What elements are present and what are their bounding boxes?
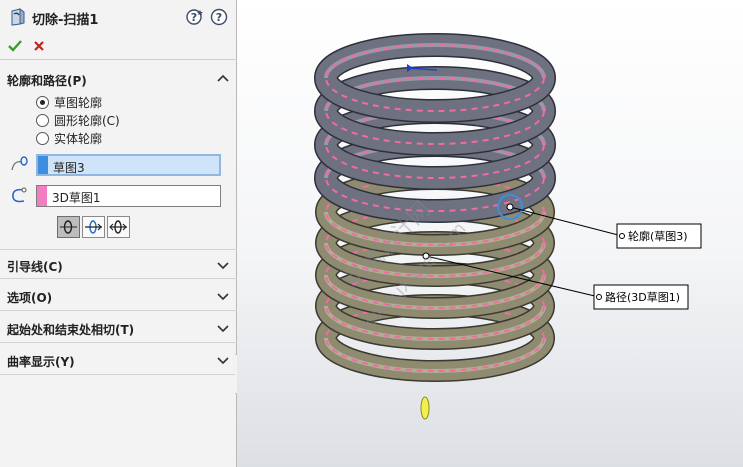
twist-option-button-2[interactable]: [82, 216, 105, 238]
radio-label: 圆形轮廓(C): [54, 114, 120, 128]
help-question-icon[interactable]: ?: [186, 8, 204, 26]
profile-selection-box[interactable]: 草图3: [36, 154, 221, 176]
profile-callout-dot: [619, 233, 625, 239]
section-label: 曲率显示(Y): [7, 355, 75, 369]
chevron-down-icon: [217, 357, 229, 365]
x-icon: [34, 41, 44, 51]
section-tangency[interactable]: 起始处和结束处相切(T): [0, 313, 237, 343]
panel-title-bar: 切除-扫描1 ? ?: [0, 0, 237, 34]
profile-callout-text: 轮廓(草图3): [628, 229, 688, 243]
svg-text:?: ?: [191, 11, 197, 24]
section-guide-curves[interactable]: 引导线(C): [0, 249, 237, 279]
help-question-icon[interactable]: ?: [210, 8, 228, 26]
radio-indicator[interactable]: [36, 132, 49, 145]
twist-option-button-1[interactable]: [57, 216, 80, 238]
svg-text:?: ?: [216, 11, 222, 24]
chevron-down-icon: [217, 262, 229, 270]
path-selection-text: 3D草图1: [52, 191, 101, 205]
radio-indicator[interactable]: [36, 114, 49, 127]
property-manager-panel: 切除-扫描1 ? ? 轮廓和路径(P) 草图轮廓 圆形轮廓(C) 实体轮廓 草图…: [0, 0, 237, 467]
radio-indicator[interactable]: [36, 96, 49, 109]
radio-label: 实体轮廓: [54, 132, 103, 146]
chevron-up-icon: [217, 74, 229, 82]
section-label: 引导线(C): [7, 260, 63, 274]
profile-leader-anchor: [506, 203, 514, 211]
path-selection-icon: [12, 187, 27, 203]
radio-label: 草图轮廓: [54, 96, 103, 110]
panel-title: 切除-扫描1: [32, 13, 99, 28]
graphics-viewport[interactable]: 轮廓(草图3) 路径(3D草图1) 机械设计网 www.jxage.com: [237, 0, 743, 467]
chevron-down-icon: [217, 325, 229, 333]
section-label: 选项(O): [7, 291, 53, 305]
spring-end-face: [420, 396, 430, 420]
bidirectional-icon: [109, 220, 127, 234]
section-label: 起始处和结束处相切(T): [7, 323, 135, 337]
checkmark-icon: [8, 40, 22, 52]
profile-color-swatch: [38, 156, 48, 174]
spring-coils: [314, 33, 556, 420]
section-options[interactable]: 选项(O): [0, 281, 237, 311]
path-callout-dot: [596, 294, 602, 300]
profile-orientation-icon: [60, 220, 77, 234]
section-curvature-display[interactable]: 曲率显示(Y): [0, 345, 237, 375]
confirm-cancel-row: [0, 34, 237, 60]
profile-selection-icon: [11, 156, 28, 171]
ok-button[interactable]: [6, 37, 24, 55]
path-leader-anchor: [422, 252, 430, 260]
section-profile-path[interactable]: 轮廓和路径(P): [0, 64, 237, 94]
twist-option-button-3[interactable]: [107, 216, 130, 238]
cancel-button[interactable]: [30, 37, 48, 55]
path-color-swatch: [37, 186, 47, 206]
profile-selection-text: 草图3: [53, 161, 85, 175]
path-selection-box[interactable]: 3D草图1: [36, 185, 221, 207]
direction-reverse-icon: [85, 220, 102, 234]
section-label: 轮廓和路径(P): [7, 74, 87, 88]
path-callout-text: 路径(3D草图1): [605, 291, 680, 304]
chevron-down-icon: [217, 293, 229, 301]
sweep-cut-icon: [11, 8, 25, 26]
spring-model-canvas[interactable]: 轮廓(草图3) 路径(3D草图1): [237, 0, 743, 467]
